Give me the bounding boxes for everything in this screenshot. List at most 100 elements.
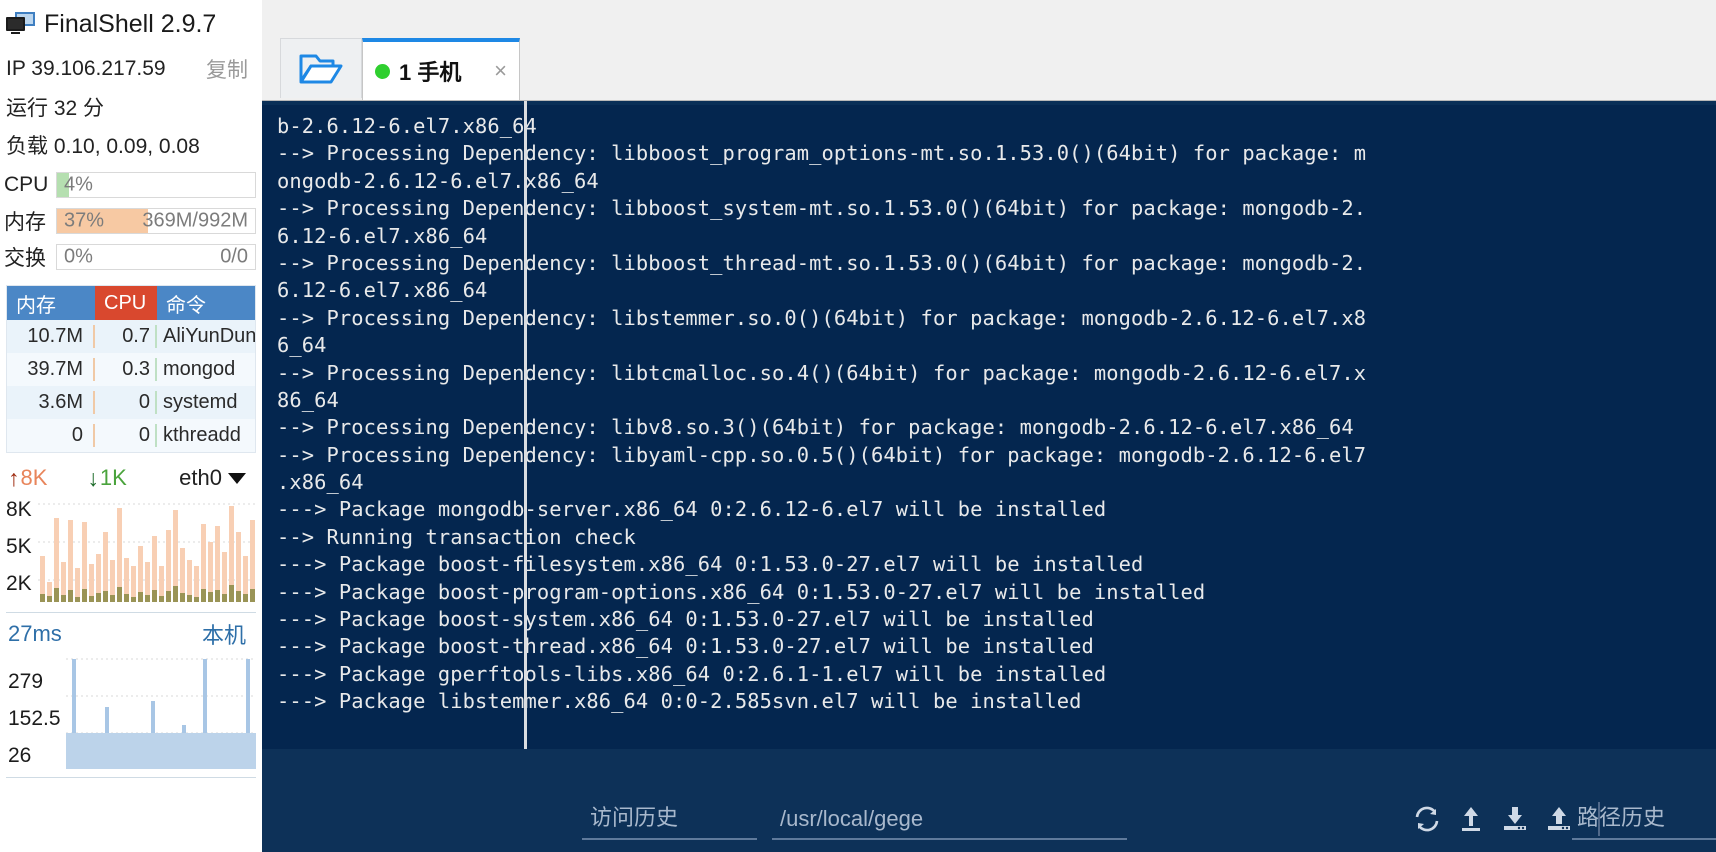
latency-baseline (6, 777, 256, 778)
terminal-line: .x86_64 (277, 470, 364, 495)
terminal-line: 6_64 (277, 333, 327, 358)
process-cpu: 0.3 (95, 358, 157, 381)
terminal-line: 6.12-6.el7.x86_64 (277, 223, 488, 248)
connection-status-dot (375, 63, 390, 79)
network-ylabel-high: 8K (6, 498, 32, 521)
process-command: systemd (163, 391, 238, 413)
process-memory: 3.6M (7, 391, 95, 414)
memory-meter-row: 内存 37% 369M/992M (4, 206, 256, 236)
cpu-meter-label: CPU (4, 173, 49, 196)
sidebar-divider (6, 612, 256, 613)
path-underline (772, 838, 1127, 840)
server-monitor-sidebar: FinalShell 2.9.7 IP 39.106.217.59 复制 运行 … (0, 0, 262, 852)
terminal-line: ---> Package libstemmer.x86_64 0:0-2.585… (277, 689, 1082, 714)
main-panel: 1 手机 × b-2.6.12-6.el7.x86_64 --> Processi… (262, 0, 1716, 852)
terminal-line: ---> Package gperftools-libs.x86_64 0:2.… (277, 661, 1107, 686)
terminal-line: --> Processing Dependency: libyaml-cpp.s… (277, 442, 1367, 467)
terminal-line: 86_64 (277, 387, 339, 412)
access-history-underline (582, 838, 757, 840)
terminal-lines: b-2.6.12-6.el7.x86_64 --> Processing Depe… (277, 113, 1708, 716)
network-header: ↑ 8K ↓ 1K eth0 (8, 462, 254, 494)
process-header-command[interactable]: 命令 (157, 286, 255, 320)
terminal-line: ---> Package boost-system.x86_64 0:1.53.… (277, 607, 1094, 632)
terminal-line: --> Processing Dependency: libboost_thre… (277, 250, 1367, 275)
memory-meter-label: 内存 (4, 211, 46, 234)
table-row[interactable]: 10.7M 0.7 AliYunDun (7, 320, 255, 353)
process-header-cpu[interactable]: CPU (95, 286, 157, 320)
latency-panel: 27ms 本机 279 152.5 26 (0, 615, 262, 852)
process-memory: 39.7M (7, 358, 95, 381)
terminal-line: --> Running transaction check (277, 524, 636, 549)
memory-meter-detail: 369M/992M (142, 209, 248, 232)
process-command: kthreadd (163, 424, 241, 446)
terminal-line: ongodb-2.6.12-6.el7.x86_64 (277, 168, 599, 193)
path-history-underline (1572, 838, 1716, 840)
process-table-header: 内存 CPU 命令 (7, 286, 255, 320)
uptime-row: 运行 32 分 (6, 90, 256, 124)
terminal-line: --> Processing Dependency: libboost_prog… (277, 141, 1367, 166)
tab-label: 1 手机 (399, 60, 462, 85)
process-header-memory[interactable]: 内存 (7, 286, 95, 320)
terminal-line: b-2.6.12-6.el7.x86_64 (277, 114, 537, 138)
interface-selector[interactable]: eth0 (179, 465, 254, 491)
swap-meter-detail: 0/0 (220, 245, 248, 268)
copy-button[interactable]: 复制 (206, 54, 256, 84)
terminal-line: ---> Package boost-filesystem.x86_64 0:1… (277, 552, 1144, 577)
load-label: 负载 0.10, 0.09, 0.08 (6, 135, 200, 158)
terminal-line: --> Processing Dependency: libstemmer.so… (277, 305, 1367, 330)
table-row[interactable]: 3.6M 0 systemd (7, 386, 255, 419)
terminal-left-edge (524, 101, 527, 749)
tab-mobile[interactable]: 1 手机 × (362, 38, 520, 100)
uptime-label: 运行 32 分 (6, 97, 105, 120)
upload-rate: 8K (20, 465, 48, 490)
network-chart (6, 496, 256, 608)
download-icon[interactable] (1500, 804, 1530, 834)
upload-icon[interactable] (1544, 804, 1574, 834)
swap-meter-track: 0% 0/0 (56, 244, 256, 270)
app-title: FinalShell 2.9.7 (44, 9, 217, 38)
terminal-line: 6.12-6.el7.x86_64 (277, 278, 488, 303)
current-path[interactable]: /usr/local/gege (780, 806, 923, 832)
latency-ylabel-mid: 152.5 (8, 707, 61, 730)
network-ylabel-low: 2K (6, 572, 32, 595)
swap-meter-row: 交换 0% 0/0 (4, 242, 256, 272)
refresh-icon[interactable] (1412, 804, 1442, 834)
ip-row: IP 39.106.217.59 复制 (6, 52, 256, 86)
cpu-meter-percent: 4% (64, 173, 93, 196)
process-command: mongod (163, 358, 236, 380)
latency-header: 27ms 本机 (8, 617, 254, 651)
cpu-meter-row: CPU 4% (4, 170, 256, 200)
table-row[interactable]: 39.7M 0.3 mongod (7, 353, 255, 386)
monitor-icon (6, 11, 36, 37)
open-folder-icon[interactable] (280, 38, 362, 98)
ip-label: IP 39.106.217.59 (6, 57, 166, 80)
table-row[interactable]: 0 0 kthreadd (7, 419, 255, 452)
tab-bar: 1 手机 × (262, 36, 1716, 101)
network-traffic-panel: ↑ 8K ↓ 1K eth0 8K 5K 2K (0, 462, 262, 610)
parent-folder-icon[interactable] (1456, 804, 1486, 834)
process-cpu: 0.7 (95, 325, 157, 348)
latency-ylabel-low: 26 (8, 744, 32, 767)
memory-meter-percent: 37% (64, 209, 105, 232)
memory-meter-track: 37% 369M/992M (56, 208, 256, 234)
process-table[interactable]: 内存 CPU 命令 10.7M 0.7 AliYunDun 39.7M 0.3 … (6, 285, 256, 453)
terminal-line: --> Processing Dependency: libv8.so.3()(… (277, 415, 1354, 440)
terminal-line: ---> Package boost-thread.x86_64 0:1.53.… (277, 634, 1094, 659)
process-command: AliYunDun (163, 325, 255, 347)
app-title-row: FinalShell 2.9.7 (4, 4, 259, 44)
process-memory: 0 (7, 424, 95, 447)
path-history-button[interactable]: 路径历史 (1577, 800, 1665, 832)
process-memory: 10.7M (7, 325, 95, 348)
terminal-output[interactable]: b-2.6.12-6.el7.x86_64 --> Processing Depe… (262, 101, 1716, 749)
finalshell-window: FinalShell 2.9.7 IP 39.106.217.59 复制 运行 … (0, 0, 1716, 852)
download-rate: 1K (99, 465, 127, 490)
terminal-line: --> Processing Dependency: libboost_syst… (277, 196, 1367, 221)
status-bar: 访问历史 /usr/local/gege 路径历史 (262, 749, 1716, 852)
upload-arrow-icon: ↑ (8, 464, 20, 491)
access-history-button[interactable]: 访问历史 (590, 800, 678, 832)
cpu-meter-track: 4% (56, 172, 256, 198)
latency-ylabel-high: 279 (8, 670, 44, 693)
close-icon[interactable]: × (494, 60, 507, 82)
load-row: 负载 0.10, 0.09, 0.08 (6, 128, 256, 162)
terminal-line: ---> Package mongodb-server.x86_64 0:2.6… (277, 497, 1107, 522)
